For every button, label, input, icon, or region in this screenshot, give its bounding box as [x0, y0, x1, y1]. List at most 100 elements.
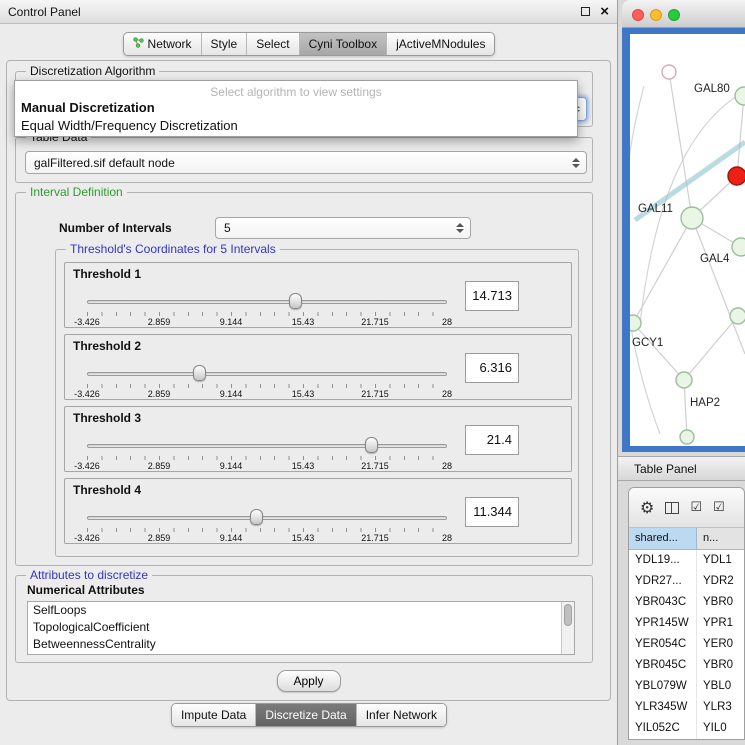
threshold-value-field[interactable]: 6.316 [465, 353, 519, 383]
node-label-gal80: GAL80 [694, 83, 730, 95]
slider-thumb[interactable] [365, 437, 378, 453]
gear-icon[interactable]: ⚙ [640, 498, 654, 517]
attribute-item-selfloops[interactable]: SelfLoops [28, 602, 574, 619]
table-row[interactable]: YER054CYER0 [629, 634, 744, 655]
columns-icon[interactable] [665, 502, 679, 514]
minimize-traffic-icon[interactable] [650, 9, 662, 21]
table-row[interactable]: YBR045CYBR0 [629, 655, 744, 676]
tab-label: Impute Data [181, 708, 246, 722]
select-columns-icon[interactable]: ☑ [713, 500, 725, 515]
scale-label: 2.859 [148, 389, 171, 399]
threshold-value-field[interactable]: 14.713 [465, 281, 519, 311]
cell-shared-name: YBR043C [629, 592, 697, 613]
algorithm-option-equal-width-frequency-discretization[interactable]: Equal Width/Frequency Discretization [21, 118, 238, 133]
table-panel-window: ⚙ ☑ ☑ shared... n... YDL19...YDL1YDR27..… [628, 487, 745, 740]
attribute-item-topologicalcoefficient[interactable]: TopologicalCoefficient [28, 619, 574, 636]
table-panel-title: Table Panel [634, 462, 697, 476]
scrollbar-thumb[interactable] [564, 604, 572, 626]
combo-arrows-icon [572, 158, 580, 168]
scale-label: 2.859 [148, 317, 171, 327]
threshold-value-field[interactable]: 11.344 [465, 497, 519, 527]
network-node-plain[interactable] [662, 65, 676, 79]
threshold-label: Threshold 1 [73, 267, 141, 281]
restore-icon[interactable] [581, 7, 590, 16]
cell-name: YBL0 [697, 676, 744, 697]
cell-shared-name: YBL079W [629, 676, 697, 697]
network-node-green[interactable] [676, 372, 692, 388]
network-node-red[interactable] [728, 167, 745, 185]
control-panel-window: Control Panel × NetworkStyleSelectCyni T… [0, 0, 618, 745]
table-toolbar: ⚙ ☑ ☑ [629, 488, 744, 528]
table-row[interactable]: YLR345WYLR3 [629, 697, 744, 718]
network-canvas-wrap[interactable]: GAL80GAL11GAL4GCY1HAP2 [630, 34, 745, 446]
cell-shared-name: YER054C [629, 634, 697, 655]
tab-label: Discretize Data [265, 708, 346, 722]
table-header-row: shared... n... [629, 528, 744, 550]
cell-name: YBR0 [697, 655, 744, 676]
column-header-shared-name[interactable]: shared... [629, 528, 697, 549]
table-row[interactable]: YPR145WYPR1 [629, 613, 744, 634]
table-data-combobox[interactable]: galFiltered.sif default node [25, 151, 587, 174]
slider-thumb[interactable] [193, 365, 206, 381]
tab-jactivemnodules[interactable]: jActiveMNodules [386, 33, 494, 55]
slider-track[interactable] [87, 372, 447, 376]
cell-name: YDR2 [697, 571, 744, 592]
column-header-name[interactable]: n... [697, 528, 744, 549]
network-node-green[interactable] [680, 430, 694, 444]
slider-thumb[interactable] [250, 509, 263, 525]
threshold-slider[interactable]: -3.4262.8599.14415.4321.71528 [87, 437, 447, 471]
threshold-slider[interactable]: -3.4262.8599.14415.4321.71528 [87, 365, 447, 399]
network-node-green[interactable] [681, 207, 703, 229]
slider-ticks [87, 312, 447, 316]
tab-label: Cyni Toolbox [309, 37, 377, 51]
tab-discretize-data[interactable]: Discretize Data [255, 704, 355, 726]
attributes-scrollbar[interactable] [561, 602, 574, 654]
network-edge [633, 218, 692, 323]
close-traffic-icon[interactable] [632, 9, 644, 21]
tab-select[interactable]: Select [246, 33, 298, 55]
slider-ticks [87, 384, 447, 388]
attributes-list[interactable]: SelfLoopsTopologicalCoefficientBetweenne… [27, 601, 575, 655]
select-all-icon[interactable]: ☑ [690, 500, 702, 515]
scale-label: 15.43 [292, 317, 315, 327]
scale-label: 28 [442, 317, 452, 327]
slider-track[interactable] [87, 444, 447, 448]
algorithm-popup-placeholder: Select algorithm to view settings [15, 85, 577, 99]
tab-label: Infer Network [366, 708, 437, 722]
network-node-green[interactable] [730, 308, 745, 324]
table-row[interactable]: YDL19...YDL1 [629, 550, 744, 571]
network-node-green[interactable] [630, 315, 641, 331]
tab-style[interactable]: Style [201, 33, 247, 55]
zoom-traffic-icon[interactable] [668, 9, 680, 21]
algorithm-option-manual-discretization[interactable]: Manual Discretization [21, 100, 155, 115]
algorithm-popup: Select algorithm to view settings Manual… [14, 80, 578, 137]
tab-impute-data[interactable]: Impute Data [172, 704, 255, 726]
close-icon[interactable]: × [600, 7, 609, 17]
attribute-item-betweennesscentrality[interactable]: BetweennessCentrality [28, 636, 574, 653]
table-row[interactable]: YBR043CYBR0 [629, 592, 744, 613]
table-row[interactable]: YIL052CYIL0 [629, 718, 744, 739]
slider-scale: -3.4262.8599.14415.4321.71528 [87, 533, 447, 543]
slider-track[interactable] [87, 300, 447, 304]
slider-ticks [87, 456, 447, 460]
tab-network[interactable]: Network [124, 33, 201, 55]
bottom-tabbar-wrap: Impute Data Discretize Data Infer Network [0, 703, 618, 727]
table-panel-header[interactable]: Table Panel [618, 456, 745, 481]
threshold-slider[interactable]: -3.4262.8599.14415.4321.71528 [87, 293, 447, 327]
tab-cyni-toolbox[interactable]: Cyni Toolbox [299, 33, 386, 55]
threshold-value-field[interactable]: 21.4 [465, 425, 519, 455]
table-row[interactable]: YDR27...YDR2 [629, 571, 744, 592]
network-node-green[interactable] [732, 238, 745, 256]
threshold-slider[interactable]: -3.4262.8599.14415.4321.71528 [87, 509, 447, 543]
slider-thumb[interactable] [289, 293, 302, 309]
network-titlebar[interactable] [622, 0, 745, 28]
cell-name: YDL1 [697, 550, 744, 571]
tab-infer-network[interactable]: Infer Network [356, 704, 446, 726]
network-node-green[interactable] [735, 87, 745, 105]
threshold-panel-1: Threshold 1 -3.4262.8599.14415.4321.71528… [64, 262, 572, 328]
num-intervals-combobox[interactable]: 5 [215, 217, 471, 239]
table-row[interactable]: YBL079WYBL0 [629, 676, 744, 697]
slider-track[interactable] [87, 516, 447, 520]
network-canvas[interactable]: GAL80GAL11GAL4GCY1HAP2 [630, 34, 745, 446]
apply-button[interactable]: Apply [276, 670, 340, 692]
